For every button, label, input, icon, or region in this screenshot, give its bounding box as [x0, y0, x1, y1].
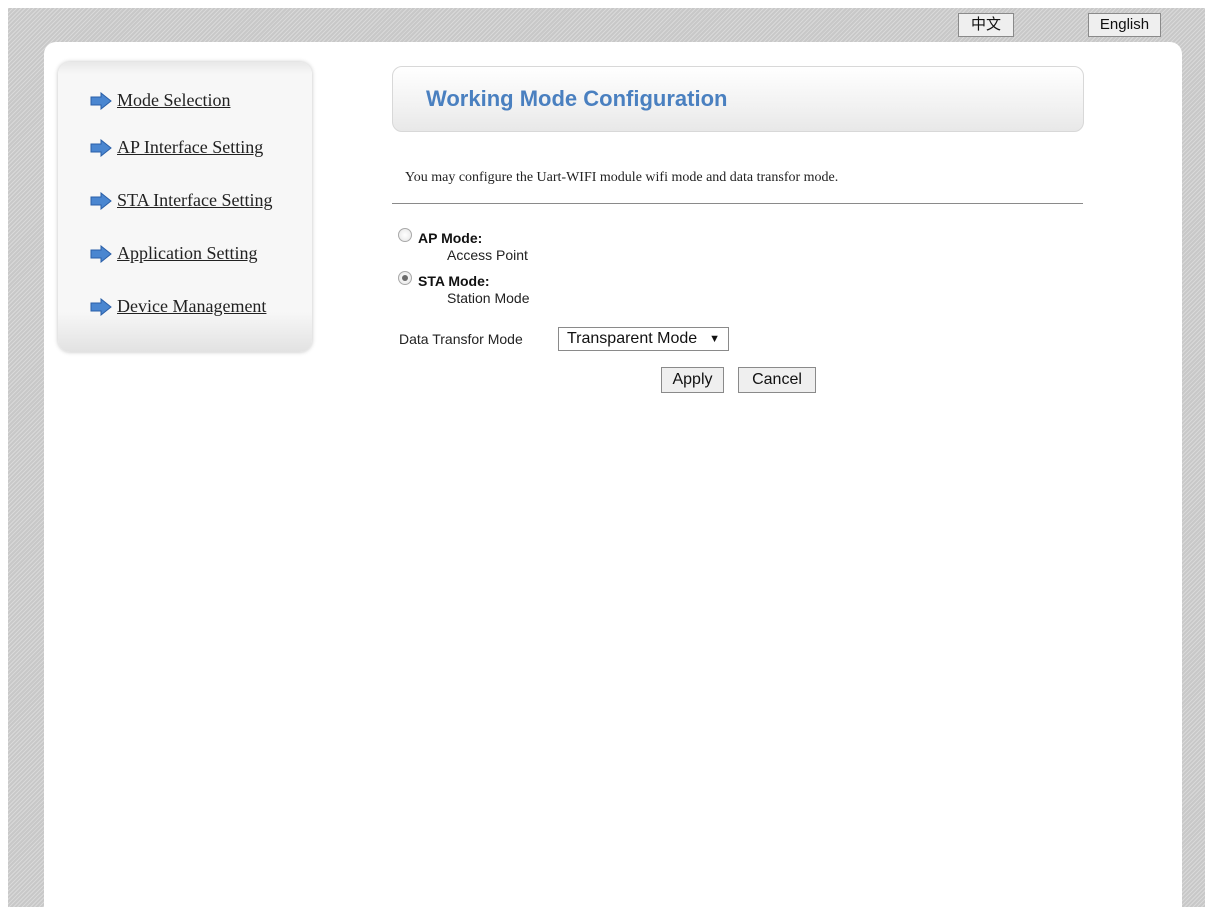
sidebar-item-application-setting[interactable]: Application Setting — [90, 243, 257, 264]
data-transfer-mode-value: Transparent Mode — [567, 330, 698, 347]
sidebar-item-sta-interface-setting[interactable]: STA Interface Setting — [90, 190, 273, 211]
sta-mode-radio[interactable] — [398, 271, 412, 285]
chinese-language-button[interactable]: 中文 — [958, 13, 1014, 37]
cancel-button[interactable]: Cancel — [738, 367, 816, 393]
sidebar-item-label[interactable]: AP Interface Setting — [117, 137, 263, 158]
ap-mode-radio[interactable] — [398, 228, 412, 242]
divider — [392, 203, 1083, 204]
radio-selected-dot — [402, 275, 408, 281]
ap-mode-label: AP Mode: — [418, 230, 483, 246]
page-description: You may configure the Uart-WIFI module w… — [405, 170, 839, 185]
sta-mode-description: Station Mode — [447, 290, 530, 306]
sidebar-item-device-management[interactable]: Device Management — [90, 296, 266, 317]
arrow-right-icon — [90, 297, 112, 316]
data-transfer-mode-label: Data Transfor Mode — [399, 331, 523, 347]
arrow-right-icon — [90, 91, 112, 110]
ap-mode-description: Access Point — [447, 247, 528, 263]
dropdown-arrow-icon: ▼ — [709, 333, 720, 345]
sidebar-item-label[interactable]: STA Interface Setting — [117, 190, 273, 211]
arrow-right-icon — [90, 138, 112, 157]
sidebar-item-label[interactable]: Device Management — [117, 296, 266, 317]
arrow-right-icon — [90, 244, 112, 263]
page-title: Working Mode Configuration — [426, 86, 728, 111]
sidebar-item-mode-selection[interactable]: Mode Selection — [90, 90, 230, 111]
data-transfer-mode-select[interactable]: Transparent Mode ▼ — [558, 327, 729, 351]
sta-mode-label: STA Mode: — [418, 273, 490, 289]
english-language-button[interactable]: English — [1088, 13, 1161, 37]
sidebar-item-ap-interface-setting[interactable]: AP Interface Setting — [90, 137, 263, 158]
apply-button[interactable]: Apply — [661, 367, 724, 393]
sidebar-item-label[interactable]: Mode Selection — [117, 90, 230, 111]
arrow-right-icon — [90, 191, 112, 210]
page-title-box: Working Mode Configuration — [392, 66, 1084, 132]
sidebar-item-label[interactable]: Application Setting — [117, 243, 257, 264]
